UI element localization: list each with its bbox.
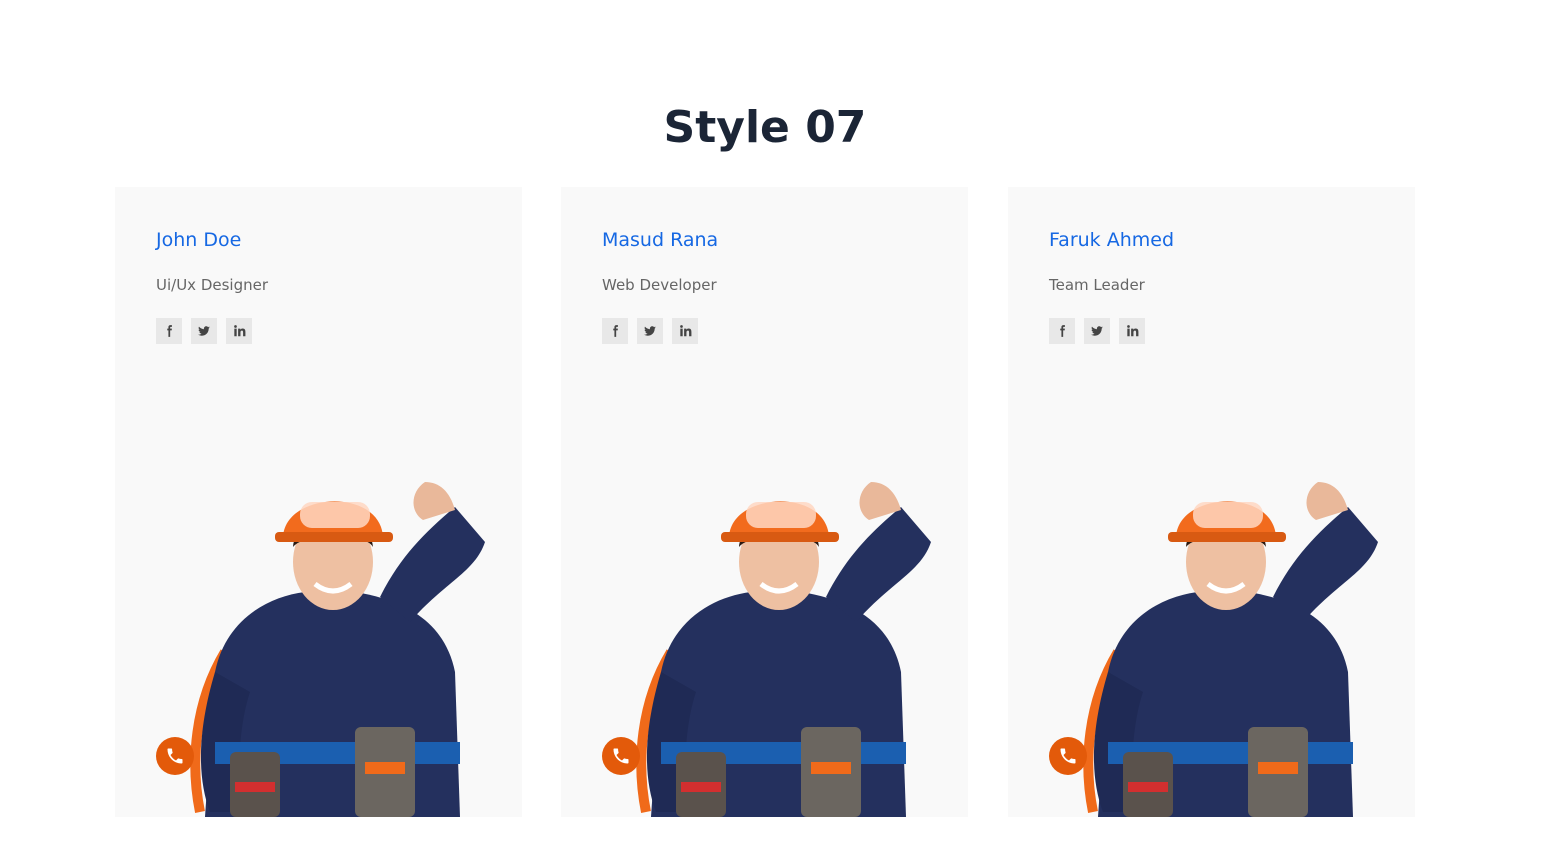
phone-icon <box>613 748 629 764</box>
twitter-icon[interactable] <box>191 318 217 344</box>
facebook-icon[interactable] <box>1049 318 1075 344</box>
member-role: Web Developer <box>602 276 717 294</box>
facebook-icon[interactable] <box>602 318 628 344</box>
member-role: Team Leader <box>1049 276 1145 294</box>
phone-icon <box>1060 748 1076 764</box>
linkedin-icon[interactable] <box>672 318 698 344</box>
member-name[interactable]: Masud Rana <box>602 229 718 251</box>
linkedin-icon[interactable] <box>226 318 252 344</box>
facebook-icon[interactable] <box>156 318 182 344</box>
team-card: John Doe Ui/Ux Designer <box>115 187 522 817</box>
call-button[interactable] <box>602 737 640 775</box>
social-links <box>1049 318 1145 344</box>
member-photo <box>190 482 485 817</box>
member-photo <box>636 482 931 817</box>
twitter-icon[interactable] <box>1084 318 1110 344</box>
member-name[interactable]: John Doe <box>156 229 241 251</box>
linkedin-icon[interactable] <box>1119 318 1145 344</box>
twitter-icon[interactable] <box>637 318 663 344</box>
page-title: Style 07 <box>663 102 867 153</box>
phone-icon <box>167 748 183 764</box>
call-button[interactable] <box>156 737 194 775</box>
team-card: Faruk Ahmed Team Leader <box>1008 187 1415 817</box>
social-links <box>156 318 252 344</box>
member-photo <box>1083 482 1378 817</box>
member-name[interactable]: Faruk Ahmed <box>1049 229 1174 251</box>
social-links <box>602 318 698 344</box>
call-button[interactable] <box>1049 737 1087 775</box>
team-card: Masud Rana Web Developer <box>561 187 968 817</box>
member-role: Ui/Ux Designer <box>156 276 269 294</box>
